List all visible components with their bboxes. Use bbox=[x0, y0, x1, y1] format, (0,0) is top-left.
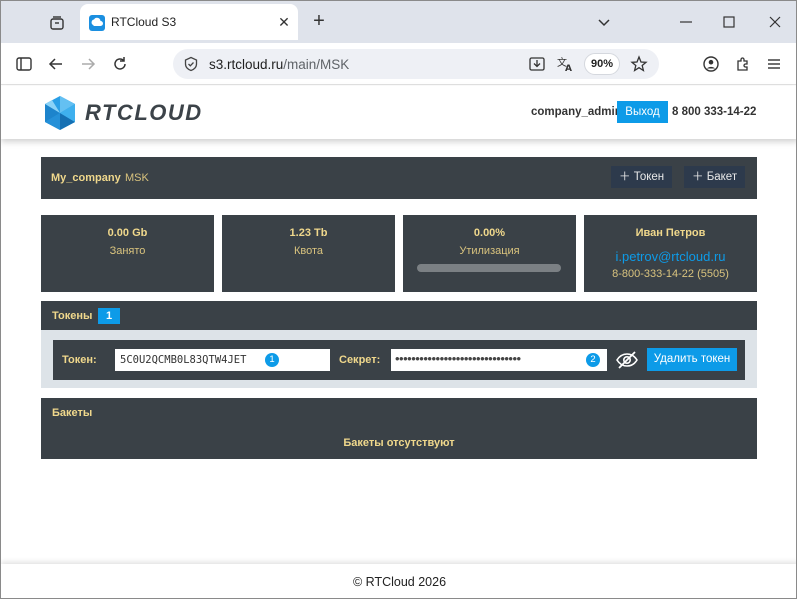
minimize-icon[interactable] bbox=[677, 13, 695, 31]
breadcrumb-region: MSK bbox=[125, 172, 149, 184]
site-header: RTCLOUD company_admin Выход 8 800 333-14… bbox=[1, 86, 796, 139]
install-app-icon[interactable] bbox=[528, 55, 546, 78]
plus-icon: ＋ bbox=[692, 171, 704, 183]
secret-field[interactable]: ••••••••••••••••••••••••••••••• 2 bbox=[391, 349, 607, 371]
secret-label: Секрет: bbox=[339, 354, 381, 366]
tokens-title: Токены bbox=[52, 310, 93, 322]
support-phone: 8 800 333-14-22 bbox=[672, 106, 757, 118]
logout-button[interactable]: Выход bbox=[617, 101, 668, 123]
used-space-label: Занято bbox=[109, 245, 146, 257]
tokens-section-header: Токены 1 bbox=[41, 301, 757, 330]
token-badge: 1 bbox=[265, 353, 279, 367]
breadcrumb-company[interactable]: My_company bbox=[51, 172, 121, 184]
buckets-empty-message: Бакеты отсутствуют bbox=[343, 437, 455, 449]
utilization-label: Утилизация bbox=[459, 245, 520, 257]
rtcloud-logo-icon bbox=[45, 96, 75, 130]
add-token-label: Токен bbox=[633, 171, 665, 183]
back-icon[interactable] bbox=[46, 54, 66, 74]
secret-masked-value: ••••••••••••••••••••••••••••••• bbox=[395, 351, 521, 366]
translate-icon[interactable]: 文A bbox=[556, 55, 574, 78]
utilization-card: 0.00% Утилизация bbox=[403, 215, 576, 292]
token-row: Токен: 5C0U2QCMB0L83QTW4JET 1 Секрет: ••… bbox=[53, 340, 745, 380]
copyright: © RTCloud 2026 bbox=[352, 575, 447, 589]
plus-icon: ＋ bbox=[619, 171, 631, 183]
tab-title: RTCloud S3 bbox=[111, 15, 177, 29]
site-info-icon[interactable] bbox=[183, 56, 199, 77]
contact-card: Иван Петров i.petrov@rtcloud.ru 8-800-33… bbox=[584, 215, 757, 292]
url-text: s3.rtcloud.ru/main/MSK bbox=[209, 57, 350, 72]
secret-badge: 2 bbox=[586, 353, 600, 367]
tab-strip: RTCloud S3 ✕ + bbox=[1, 1, 796, 43]
rtcloud-logo[interactable]: RTCLOUD bbox=[41, 95, 203, 131]
maximize-icon[interactable] bbox=[720, 13, 738, 31]
token-value: 5C0U2QCMB0L83QTW4JET bbox=[120, 354, 247, 366]
current-user: company_admin bbox=[531, 106, 622, 118]
logo-text: RTCLOUD bbox=[85, 100, 203, 125]
add-bucket-label: Бакет bbox=[706, 171, 738, 183]
add-token-button[interactable]: ＋ Токен bbox=[611, 166, 673, 188]
menu-icon[interactable] bbox=[764, 54, 784, 74]
sidebar-icon[interactable] bbox=[14, 54, 34, 74]
svg-text:A: A bbox=[565, 64, 572, 73]
forward-icon[interactable] bbox=[78, 54, 98, 74]
page-footer: © RTCloud 2026 bbox=[1, 564, 796, 598]
buckets-title: Бакеты bbox=[52, 407, 93, 419]
close-window-icon[interactable] bbox=[766, 13, 784, 31]
reload-icon[interactable] bbox=[110, 54, 130, 74]
buckets-section: Бакеты Бакеты отсутствуют bbox=[41, 398, 757, 459]
tab-actions-icon[interactable] bbox=[45, 12, 69, 34]
used-space-card: 0.00 Gb Занято bbox=[41, 215, 214, 292]
zoom-level-badge[interactable]: 90% bbox=[584, 53, 620, 75]
delete-token-button[interactable]: Удалить токен bbox=[647, 348, 737, 371]
rtcloud-favicon-icon bbox=[89, 15, 105, 31]
used-space-value: 0.00 Gb bbox=[107, 227, 148, 239]
bookmark-star-icon[interactable] bbox=[630, 55, 648, 78]
utilization-progress-bar bbox=[417, 264, 561, 272]
contact-name: Иван Петров bbox=[635, 227, 706, 239]
quota-value: 1.23 Tb bbox=[289, 227, 328, 239]
browser-toolbar: s3.rtcloud.ru/main/MSK 文A 90% bbox=[1, 43, 796, 85]
quota-label: Квота bbox=[293, 245, 324, 257]
add-bucket-button[interactable]: ＋ Бакет bbox=[684, 166, 746, 188]
token-field[interactable]: 5C0U2QCMB0L83QTW4JET 1 bbox=[115, 349, 330, 371]
eye-off-icon[interactable] bbox=[615, 348, 639, 372]
contact-phone: 8-800-333-14-22 (5505) bbox=[612, 268, 729, 280]
breadcrumb: My_company MSK ＋ Токен ＋ Бакет bbox=[41, 157, 757, 199]
extensions-icon[interactable] bbox=[733, 54, 753, 74]
token-label: Токен: bbox=[62, 354, 97, 366]
tab-rtcloud[interactable]: RTCloud S3 ✕ bbox=[80, 4, 298, 40]
chevron-down-icon[interactable] bbox=[595, 13, 613, 31]
tokens-list: Токен: 5C0U2QCMB0L83QTW4JET 1 Секрет: ••… bbox=[41, 330, 757, 388]
browser-window: RTCloud S3 ✕ + s3.rtcloud.ru/main/MSK 文 … bbox=[0, 0, 797, 599]
new-tab-icon[interactable]: + bbox=[309, 11, 329, 32]
profile-icon[interactable] bbox=[701, 54, 721, 74]
contact-email-link[interactable]: i.petrov@rtcloud.ru bbox=[584, 249, 757, 264]
quota-card: 1.23 Tb Квота bbox=[222, 215, 395, 292]
close-tab-icon[interactable]: ✕ bbox=[276, 14, 292, 30]
tokens-count-badge: 1 bbox=[98, 308, 120, 324]
address-bar[interactable]: s3.rtcloud.ru/main/MSK 文A 90% bbox=[173, 49, 659, 79]
utilization-value: 0.00% bbox=[473, 227, 506, 239]
